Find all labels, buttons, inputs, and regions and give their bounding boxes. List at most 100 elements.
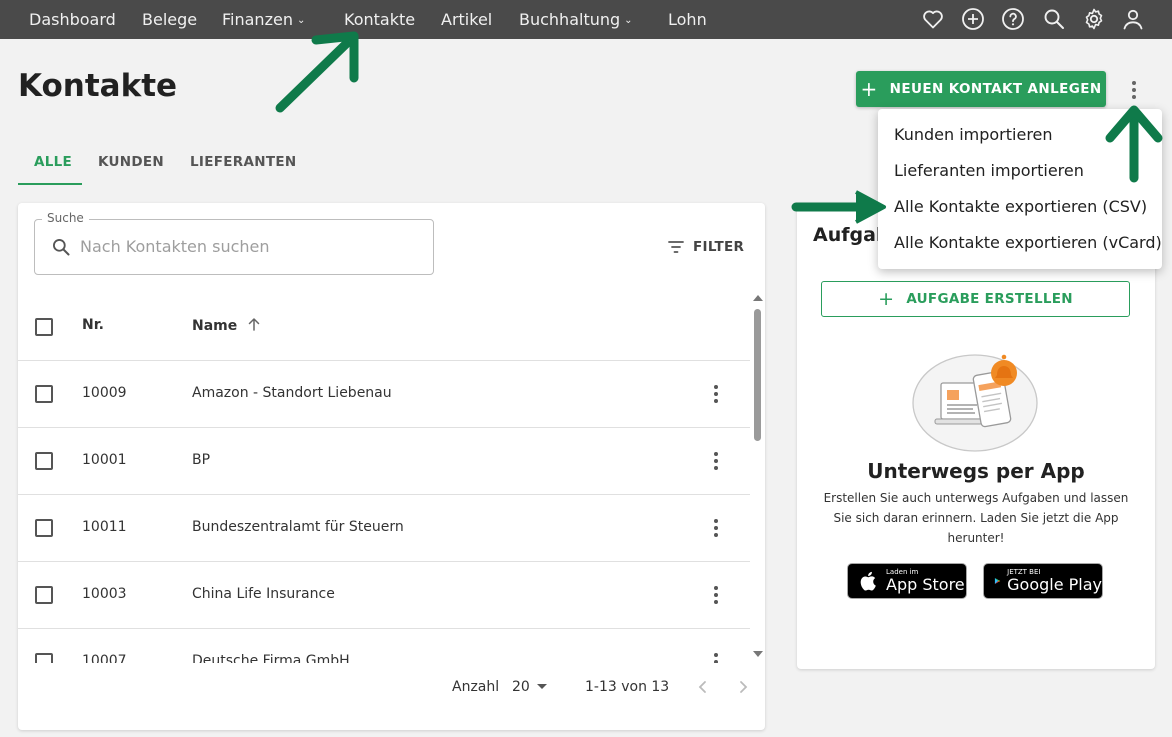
cell-nr: 10007 xyxy=(82,653,127,663)
row-checkbox[interactable] xyxy=(35,586,53,604)
app-promo-description: Erstellen Sie auch unterwegs Aufgaben un… xyxy=(823,491,1129,545)
page-size-label: Anzahl xyxy=(452,679,500,695)
help-icon[interactable] xyxy=(1001,7,1025,31)
sort-ascending-icon xyxy=(248,318,260,331)
heart-icon[interactable] xyxy=(921,7,945,31)
contacts-card: Nach Kontakten suchen Suche FILTER Nr. N… xyxy=(18,203,765,730)
nav-item-kontakte[interactable]: Kontakte xyxy=(344,0,415,39)
column-header-name-label: Name xyxy=(192,318,238,334)
google-play-badge[interactable]: JETZT BEI Google Play xyxy=(983,563,1103,599)
chevron-down-icon: ⌄ xyxy=(296,15,306,26)
annotation-arrow-nav xyxy=(275,31,359,113)
nav-item-label: Buchhaltung xyxy=(519,10,621,29)
menu-item-export-vcard[interactable]: Alle Kontakte exportieren (vCard) xyxy=(894,233,1162,252)
filter-icon xyxy=(668,241,684,253)
plus-icon: + xyxy=(860,77,878,101)
nav-item-dashboard[interactable]: Dashboard xyxy=(29,0,116,39)
cell-name: BP xyxy=(192,452,211,468)
mobile-app-illustration xyxy=(909,345,1044,453)
row-more-options-icon[interactable] xyxy=(706,449,726,473)
scroll-down-arrow[interactable] xyxy=(753,651,763,657)
new-contact-button-label: NEUEN KONTAKT ANLEGEN xyxy=(889,81,1102,97)
create-task-button[interactable]: + AUFGABE ERSTELLEN xyxy=(821,281,1130,317)
table-row[interactable]: 10003 China Life Insurance xyxy=(18,561,750,628)
next-page-icon[interactable] xyxy=(736,679,750,695)
search-icon xyxy=(51,237,71,257)
more-options-icon[interactable] xyxy=(1122,78,1146,102)
page-size-select[interactable]: 20 xyxy=(512,679,547,695)
tab-kunden[interactable]: KUNDEN xyxy=(98,154,164,170)
nav-item-lohn[interactable]: Lohn xyxy=(668,0,707,39)
app-promo-title: Unterwegs per App xyxy=(867,459,1085,483)
search-icon[interactable] xyxy=(1042,7,1066,31)
plus-icon: + xyxy=(878,287,895,310)
plus-circle-icon[interactable] xyxy=(961,7,985,31)
row-more-options-icon[interactable] xyxy=(706,382,726,406)
cell-name: Bundeszentralamt für Steuern xyxy=(192,519,404,535)
select-all-checkbox[interactable] xyxy=(35,318,53,336)
table-body: 10009 Amazon - Standort Liebenau 10001 B… xyxy=(18,360,750,663)
nav-item-buchhaltung[interactable]: Buchhaltung ⌄ xyxy=(519,0,633,39)
cell-name: China Life Insurance xyxy=(192,586,335,602)
column-header-name[interactable]: Name xyxy=(192,317,260,334)
settings-icon[interactable] xyxy=(1082,7,1106,31)
scrollbar-thumb[interactable] xyxy=(754,309,761,441)
user-icon[interactable] xyxy=(1121,7,1145,31)
table-row[interactable]: 10011 Bundeszentralamt für Steuern xyxy=(18,494,750,561)
menu-item-import-suppliers[interactable]: Lieferanten importieren xyxy=(894,161,1084,180)
nav-item-label: Belege xyxy=(142,10,198,29)
search-label: Suche xyxy=(42,211,89,225)
app-store-badge[interactable]: Laden im App Store xyxy=(847,563,967,599)
menu-item-import-customers[interactable]: Kunden importieren xyxy=(894,125,1053,144)
cell-nr: 10003 xyxy=(82,586,127,602)
row-more-options-icon[interactable] xyxy=(706,650,726,663)
nav-item-label: Lohn xyxy=(668,10,707,29)
table-row[interactable]: 10009 Amazon - Standort Liebenau xyxy=(18,360,750,427)
nav-item-belege[interactable]: Belege xyxy=(142,0,197,39)
app-store-big-text: App Store xyxy=(886,575,965,594)
cell-name: Deutsche Firma GmbH xyxy=(192,653,350,663)
menu-item-export-csv[interactable]: Alle Kontakte exportieren (CSV) xyxy=(894,197,1147,216)
row-checkbox[interactable] xyxy=(35,385,53,403)
table-row[interactable]: 10007 Deutsche Firma GmbH xyxy=(18,628,750,663)
nav-item-finanzen[interactable]: Finanzen ⌄ xyxy=(222,0,305,39)
filter-button[interactable]: FILTER xyxy=(667,238,744,256)
row-more-options-icon[interactable] xyxy=(706,583,726,607)
cell-name: Amazon - Standort Liebenau xyxy=(192,385,392,401)
nav-item-label: Kontakte xyxy=(344,10,416,29)
tab-lieferanten[interactable]: LIEFERANTEN xyxy=(190,154,296,170)
table-row[interactable]: 10001 BP xyxy=(18,427,750,494)
nav-item-label: Artikel xyxy=(441,10,493,29)
row-checkbox[interactable] xyxy=(35,653,53,663)
search-placeholder: Nach Kontakten suchen xyxy=(80,237,270,256)
apple-icon xyxy=(860,571,876,591)
nav-item-label: Dashboard xyxy=(29,10,116,29)
row-more-options-icon[interactable] xyxy=(706,516,726,540)
nav-item-label: Finanzen xyxy=(222,10,293,29)
top-navigation-bar: Dashboard Belege Finanzen ⌄ Kontakte Arti… xyxy=(0,0,1172,39)
google-play-icon xyxy=(994,578,1001,584)
cell-nr: 10001 xyxy=(82,452,127,468)
filter-button-label: FILTER xyxy=(693,239,745,255)
row-checkbox[interactable] xyxy=(35,452,53,470)
search-input[interactable]: Nach Kontakten suchen xyxy=(34,219,434,275)
create-task-button-label: AUFGABE ERSTELLEN xyxy=(906,291,1073,307)
nav-item-artikel[interactable]: Artikel xyxy=(441,0,492,39)
column-header-nr[interactable]: Nr. xyxy=(82,317,104,333)
cell-nr: 10009 xyxy=(82,385,127,401)
tasks-panel: Aufgaben + AUFGABE ERSTELLEN Unterwegs p… xyxy=(797,203,1155,669)
previous-page-icon[interactable] xyxy=(696,679,710,695)
cell-nr: 10011 xyxy=(82,519,127,535)
active-tab-indicator xyxy=(18,183,82,185)
more-options-menu: Kunden importieren Lieferanten importier… xyxy=(878,109,1162,269)
dropdown-arrow-icon xyxy=(536,684,547,689)
google-play-big-text: Google Play xyxy=(1007,575,1102,594)
chevron-down-icon: ⌄ xyxy=(624,15,633,26)
new-contact-button[interactable]: + NEUEN KONTAKT ANLEGEN xyxy=(856,71,1106,107)
page-size-value: 20 xyxy=(512,679,530,695)
page-title: Kontakte xyxy=(18,68,178,104)
pagination-range: 1-13 von 13 xyxy=(585,679,670,695)
row-checkbox[interactable] xyxy=(35,519,53,537)
scroll-up-arrow[interactable] xyxy=(753,295,763,301)
tab-alle[interactable]: ALLE xyxy=(34,154,72,170)
